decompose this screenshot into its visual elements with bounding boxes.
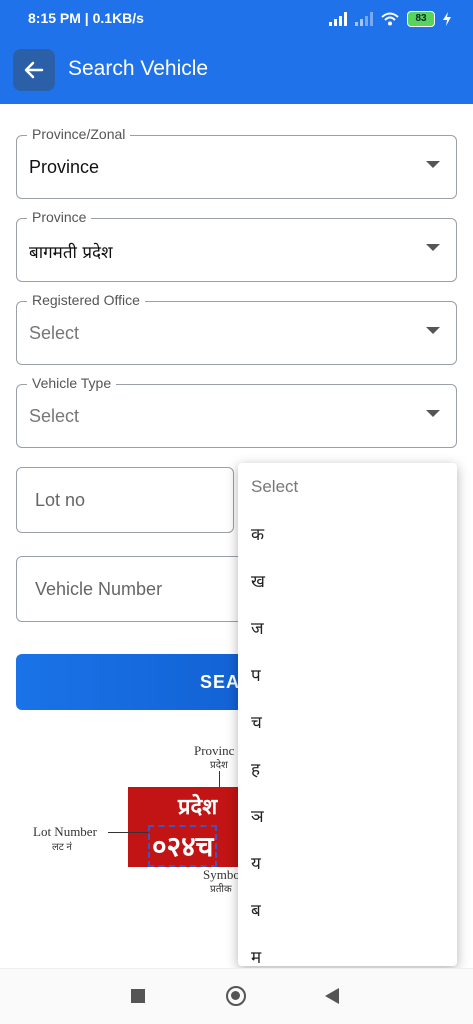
caret-down-icon	[426, 161, 440, 168]
caret-down-icon	[426, 410, 440, 417]
menu-item[interactable]: ञ	[238, 792, 457, 839]
menu-item[interactable]: ह	[238, 745, 457, 792]
arrow-left-icon	[24, 61, 44, 79]
page-title: Search Vehicle	[68, 57, 209, 80]
diagram-province-label-np: प्रदेश	[210, 760, 228, 771]
province-zonal-select[interactable]: Province/Zonal Province	[16, 126, 457, 199]
menu-item[interactable]: क	[238, 510, 457, 557]
symbol-dropdown-menu[interactable]: Select क ख ज प च ह ञ य ब म	[238, 463, 457, 966]
diagram-lot-label-np: लट नं	[52, 842, 72, 853]
lot-no-placeholder: Lot no	[35, 490, 86, 510]
menu-item[interactable]: ब	[238, 886, 457, 933]
signal-icon	[329, 12, 347, 26]
province-select[interactable]: Province बागमती प्रदेश	[16, 209, 457, 282]
menu-item[interactable]: य	[238, 839, 457, 886]
recent-apps-icon[interactable]	[131, 989, 145, 1003]
nav-back-icon[interactable]	[325, 988, 339, 1004]
vehicle-type-value: Select	[29, 406, 80, 426]
battery-icon: 83	[407, 11, 435, 27]
registered-office-select[interactable]: Registered Office Select	[16, 292, 457, 365]
status-icons: 83	[329, 10, 451, 28]
province-value: बागमती प्रदेश	[29, 243, 113, 263]
vehicle-type-select[interactable]: Vehicle Type Select	[16, 375, 457, 448]
back-button[interactable]	[13, 49, 55, 91]
home-icon[interactable]	[226, 986, 246, 1006]
wifi-icon	[381, 12, 399, 26]
province-zonal-value: Province	[29, 157, 100, 177]
plate-line1: प्रदेश	[178, 795, 218, 820]
caret-down-icon	[426, 327, 440, 334]
menu-item[interactable]: प	[238, 651, 457, 698]
status-bar: 8:15 PM | 0.1KB/s 83	[0, 0, 473, 38]
diagram-lot-label: Lot Number	[33, 824, 97, 839]
system-nav-bar	[0, 968, 473, 1024]
caret-down-icon	[426, 244, 440, 251]
diagram-symbol-label-np: प्रतीक	[210, 884, 232, 895]
vehicle-number-placeholder: Vehicle Number	[35, 579, 163, 599]
search-button-label: SEA	[200, 672, 241, 692]
number-plate-image: प्रदेश ०२४च	[128, 787, 243, 867]
registered-office-label: Registered Office	[27, 292, 145, 308]
menu-item[interactable]: ज	[238, 604, 457, 651]
menu-item-select[interactable]: Select	[238, 463, 457, 510]
charging-icon	[443, 12, 451, 26]
registered-office-value: Select	[29, 323, 80, 343]
province-label: Province	[27, 209, 92, 225]
menu-item[interactable]: म	[238, 933, 457, 966]
menu-item[interactable]: ख	[238, 557, 457, 604]
status-time: 8:15 PM | 0.1KB/s	[28, 10, 144, 26]
province-zonal-label: Province/Zonal	[27, 126, 131, 142]
vehicle-number-input[interactable]: Vehicle Number	[16, 556, 266, 622]
vehicle-type-label: Vehicle Type	[27, 375, 117, 391]
plate-line2: ०२४च	[148, 825, 218, 867]
app-bar: Search Vehicle	[0, 38, 473, 104]
menu-item[interactable]: च	[238, 698, 457, 745]
lot-no-input[interactable]: Lot no	[16, 467, 234, 533]
signal-weak-icon	[355, 12, 373, 26]
diagram-line	[108, 832, 148, 833]
